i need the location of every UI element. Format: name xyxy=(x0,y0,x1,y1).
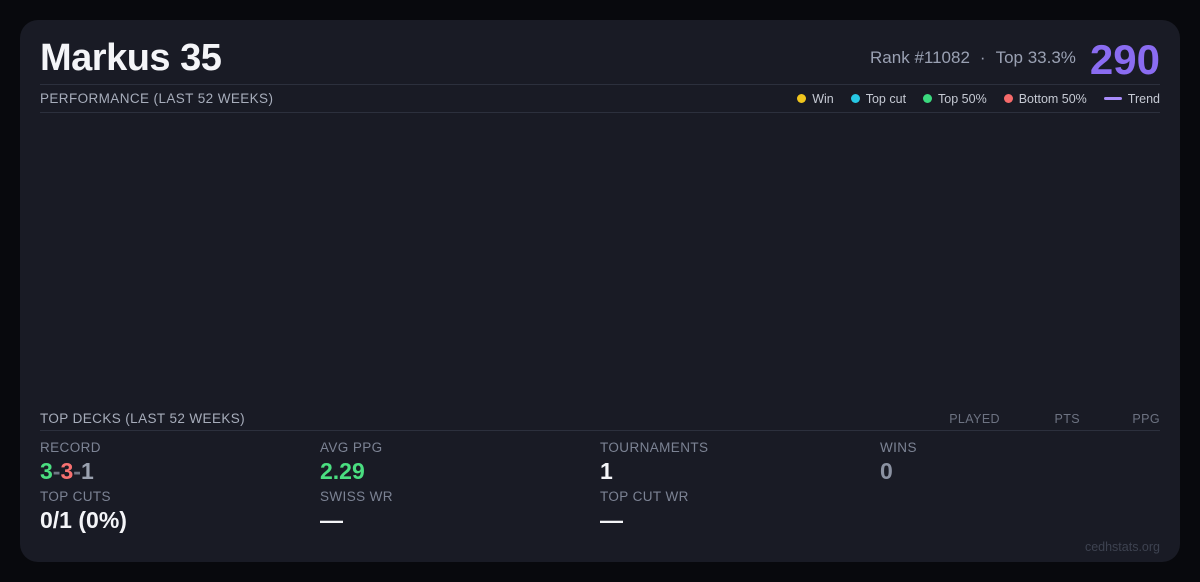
legend-item-trend: Trend xyxy=(1103,91,1160,106)
chart-legend: Win Top cut Top 50% Bottom 50% Trend xyxy=(797,92,1160,106)
player-score: 290 xyxy=(1089,36,1160,84)
legend-item-bottom50: Bottom 50% xyxy=(1003,91,1087,106)
stat-record: RECORD 3-3-1 xyxy=(40,440,320,484)
stats-grid: RECORD 3-3-1 AVG PPG 2.29 TOURNAMENTS 1 … xyxy=(40,440,1160,534)
stat-value: 0 xyxy=(880,458,893,484)
stat-label: TOP CUTS xyxy=(40,489,111,505)
record-separator: - xyxy=(73,458,81,484)
stat-swiss-wr: SWISS WR — xyxy=(320,489,600,533)
rank-line: Rank #11082 · Top 33.3% xyxy=(870,48,1076,72)
stat-label: TOP CUT WR xyxy=(600,489,689,505)
win-dot-icon xyxy=(797,94,807,103)
stat-label: AVG PPG xyxy=(320,440,383,455)
legend-item-top-cut: Top cut xyxy=(850,91,907,106)
top-cut-dot-icon xyxy=(850,94,860,103)
rank-group: Rank #11082 · Top 33.3% 290 xyxy=(870,36,1160,84)
legend-label: Bottom 50% xyxy=(1018,91,1087,106)
stat-value: — xyxy=(600,507,623,534)
top-percent-label: Top 33.3% xyxy=(995,48,1076,68)
player-stats-card: Markus 35 Rank #11082 · Top 33.3% 290 PE… xyxy=(20,20,1180,562)
record-losses: 3 xyxy=(60,458,74,484)
stat-value: 0/1 (0%) xyxy=(40,507,127,534)
stat-label: SWISS WR xyxy=(320,489,393,505)
card-header: Markus 35 Rank #11082 · Top 33.3% 290 xyxy=(40,20,1160,85)
top50-dot-icon xyxy=(923,94,933,103)
performance-section-title: PERFORMANCE (LAST 52 WEEKS) xyxy=(40,91,274,106)
site-watermark: cedhstats.org xyxy=(1084,540,1160,554)
stat-empty-cell xyxy=(880,489,1160,533)
page-title: Markus 35 xyxy=(40,37,222,79)
column-header-pts: PTS xyxy=(1054,411,1080,426)
legend-label: Win xyxy=(812,91,834,106)
rank-separator-dot: · xyxy=(979,48,986,68)
column-header-ppg: PPG xyxy=(1132,411,1160,426)
rank-label: Rank #11082 xyxy=(870,48,970,68)
stat-value: 2.29 xyxy=(320,458,365,484)
stat-wins: WINS 0 xyxy=(880,440,1160,484)
stat-label: TOURNAMENTS xyxy=(600,440,709,455)
trend-line-icon xyxy=(1103,97,1122,100)
performance-header-row: PERFORMANCE (LAST 52 WEEKS) Win Top cut … xyxy=(40,85,1160,113)
column-header-played: PLAYED xyxy=(949,411,1000,426)
legend-item-top50: Top 50% xyxy=(923,92,987,106)
legend-label: Top cut xyxy=(865,91,907,106)
stat-label: WINS xyxy=(880,440,917,455)
stat-value: 1 xyxy=(600,458,613,484)
top-decks-column-headers: PLAYED PTS PPG xyxy=(920,412,1160,426)
record-wins: 3 xyxy=(40,458,53,484)
legend-item-win: Win xyxy=(797,92,834,106)
stat-tournaments: TOURNAMENTS 1 xyxy=(600,440,880,484)
legend-label: Trend xyxy=(1127,91,1160,106)
legend-label: Top 50% xyxy=(938,91,987,106)
stat-value: — xyxy=(320,507,343,534)
stat-value-record: 3-3-1 xyxy=(40,458,320,484)
stat-avg-ppg: AVG PPG 2.29 xyxy=(320,440,600,484)
performance-chart-area xyxy=(40,113,1160,407)
stat-top-cuts: TOP CUTS 0/1 (0%) xyxy=(40,489,320,533)
top-decks-header-row: TOP DECKS (LAST 52 WEEKS) PLAYED PTS PPG xyxy=(40,407,1160,431)
bottom50-dot-icon xyxy=(1003,94,1013,103)
stat-label: RECORD xyxy=(40,440,101,455)
record-draws: 1 xyxy=(80,458,94,484)
top-decks-section-title: TOP DECKS (LAST 52 WEEKS) xyxy=(40,411,246,426)
stat-top-cut-wr: TOP CUT WR — xyxy=(600,489,880,533)
